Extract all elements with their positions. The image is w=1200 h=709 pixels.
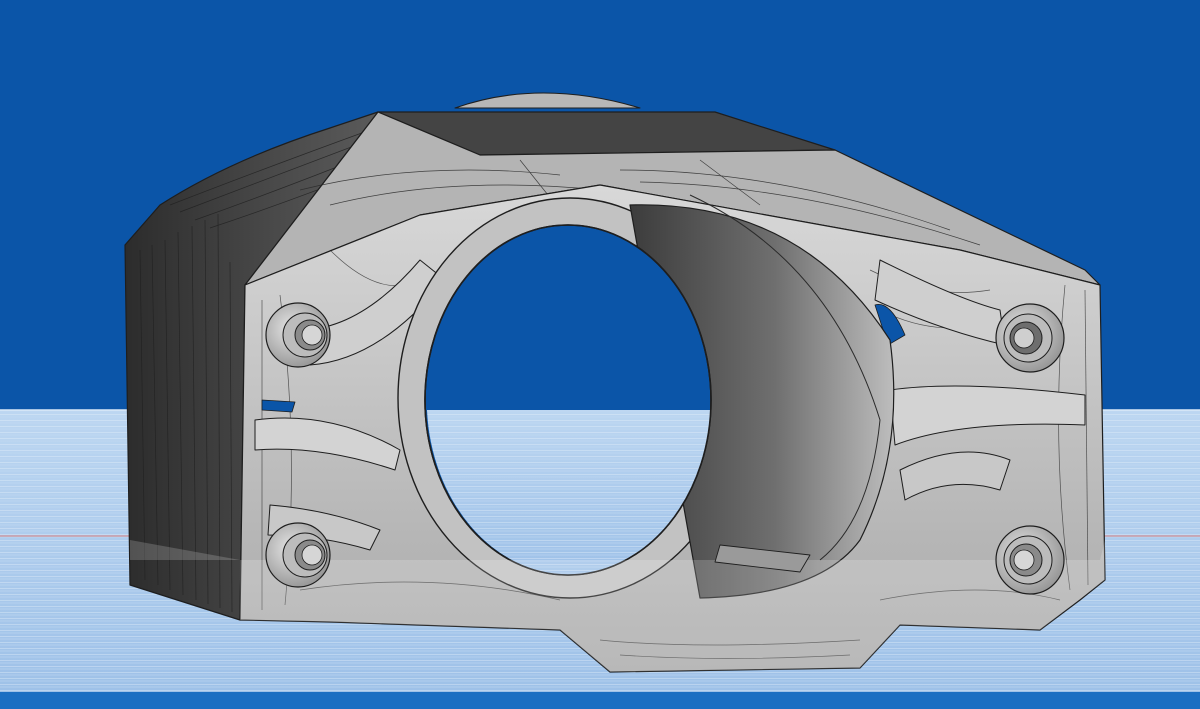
bolt-boss-bottom-left[interactable] <box>265 522 331 588</box>
viewport-bottom-bar <box>0 692 1200 709</box>
cad-3d-viewport[interactable] <box>0 0 1200 709</box>
opening-left <box>261 399 296 413</box>
bolt-hole-icon <box>1013 327 1035 349</box>
3d-scene[interactable] <box>0 0 1200 709</box>
bolt-boss-top-right[interactable] <box>995 303 1065 373</box>
bolt-boss-bottom-right[interactable] <box>995 525 1065 595</box>
bolt-hole-icon <box>301 544 323 566</box>
bolt-boss-top-left[interactable] <box>265 302 331 368</box>
bolt-hole-icon <box>301 324 323 346</box>
bolt-hole-icon <box>1013 549 1035 571</box>
